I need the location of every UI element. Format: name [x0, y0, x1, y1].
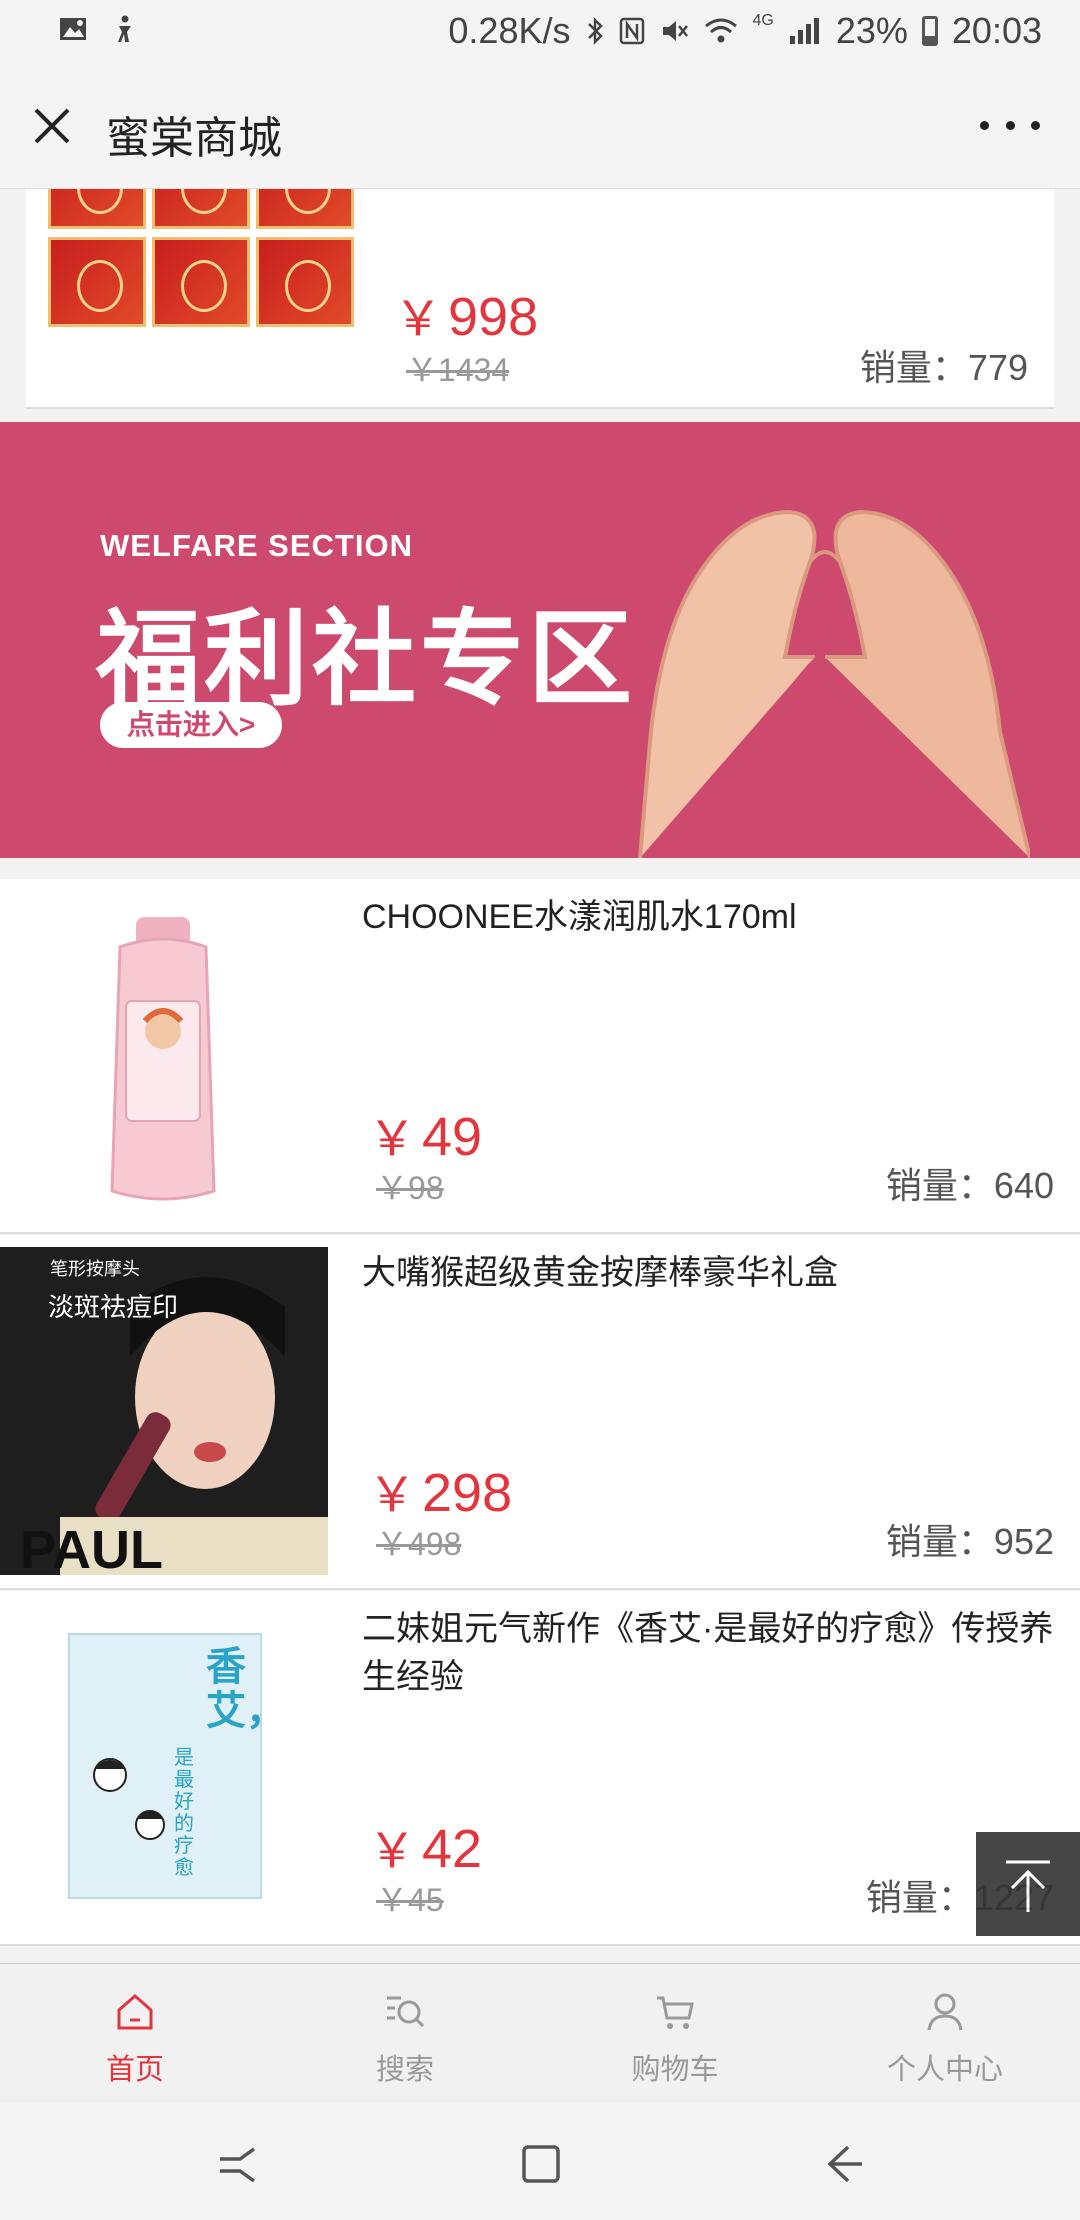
product-feed[interactable]: ￥ 998 ￥1434 销量：779 WELFARE SECTION 福利社专区 … — [0, 189, 1080, 1963]
accessibility-icon — [118, 15, 131, 42]
nav-label: 搜索 — [375, 2054, 434, 2086]
dot-icon — [980, 120, 989, 130]
more-menu-button[interactable] — [980, 110, 1040, 140]
dot-icon — [1031, 120, 1040, 130]
product-name[interactable]: 二妹姐元气新作《香艾·是最好的疗愈》传授养生经验 — [362, 1605, 1062, 1701]
wifi-icon — [704, 18, 737, 43]
home-icon — [117, 1994, 153, 2030]
nav-label: 购物车 — [631, 2054, 719, 2086]
price: ￥ 42 — [368, 1819, 483, 1879]
welfare-banner[interactable]: WELFARE SECTION 福利社专区 点击进入> — [0, 422, 1080, 858]
nav-profile[interactable]: 个人中心 — [810, 1964, 1080, 2104]
search-icon — [387, 1996, 425, 2028]
original-price: ￥1434 — [406, 352, 510, 388]
book-cover: 香艾， 是最好的疗愈 — [68, 1633, 286, 1899]
product-card[interactable]: ￥ 998 ￥1434 销量：779 — [26, 189, 1054, 409]
back-to-top-button[interactable] — [976, 1832, 1080, 1936]
nav-label: 首页 — [105, 2054, 164, 2086]
status-bar: 0.28K/s 4G 23% 20:03 — [0, 0, 1080, 66]
nav-search[interactable]: 搜索 — [270, 1964, 540, 2104]
heart-hands-image — [638, 509, 1030, 858]
image-caption: 淡斑祛痘印 — [48, 1292, 179, 1322]
clock: 20:03 — [951, 10, 1042, 51]
home-button-icon[interactable] — [516, 2139, 566, 2189]
nav-cart[interactable]: 购物车 — [540, 1964, 810, 2104]
network-type: 4G — [752, 12, 774, 29]
enter-button[interactable]: 点击进入> — [100, 702, 282, 748]
price: ￥ 49 — [368, 1107, 483, 1167]
bluetooth-icon — [587, 16, 603, 46]
product-card[interactable]: 香艾， 是最好的疗愈 二妹姐元气新作《香艾·是最好的疗愈》传授养生经验 ￥ 42 … — [0, 1591, 1080, 1946]
nav-label: 个人中心 — [886, 2054, 1003, 2086]
cartoon-illustration — [93, 1758, 165, 1840]
signal-icon — [789, 18, 819, 44]
product-name[interactable]: CHOONEE水漾润肌水170ml — [362, 893, 1062, 941]
price: ￥ 298 — [368, 1463, 513, 1523]
network-speed: 0.28K/s — [448, 10, 571, 51]
product-card[interactable]: 笔形按摩头 淡斑祛痘印 PAUL FRANK 大嘴猴超级黄金按摩棒豪华礼盒 ￥2… — [0, 1235, 1080, 1590]
bottom-nav: 首页 搜索 购物车 个人中心 — [0, 1963, 1080, 2104]
close-icon[interactable] — [26, 100, 78, 152]
dot-icon — [1005, 120, 1015, 130]
title-bar: 蜜棠商城 — [0, 66, 1080, 189]
product-image[interactable] — [0, 891, 328, 1219]
page-title: 蜜棠商城 — [106, 114, 282, 163]
back-icon[interactable] — [818, 2139, 868, 2189]
banner-subtitle: WELFARE SECTION — [100, 528, 413, 563]
sales-count: 销量：952 — [885, 1521, 1054, 1562]
sales-count: 销量：779 — [859, 347, 1028, 388]
product-image[interactable]: 香艾， 是最好的疗愈 — [0, 1603, 328, 1931]
cart-icon — [657, 1996, 694, 2029]
arrow-up-icon — [1006, 1860, 1050, 1912]
mute-icon — [662, 21, 688, 41]
system-nav-bar — [0, 2103, 1080, 2220]
user-icon — [927, 1993, 963, 2031]
original-price: ￥98 — [376, 1170, 444, 1206]
product-image[interactable] — [48, 189, 358, 329]
gallery-icon — [60, 18, 86, 40]
nfc-icon — [619, 17, 644, 45]
book-title: 香艾， — [206, 1645, 286, 1733]
nav-home[interactable]: 首页 — [0, 1964, 270, 2104]
image-caption: 笔形按摩头 — [50, 1259, 140, 1279]
recent-apps-icon[interactable] — [212, 2139, 262, 2189]
price: ￥ 998 — [394, 287, 539, 347]
product-card[interactable]: CHOONEE水漾润肌水170ml ￥ 49 ￥98 销量：640 — [0, 879, 1080, 1234]
original-price: ￥498 — [376, 1526, 462, 1562]
product-name[interactable]: 大嘴猴超级黄金按摩棒豪华礼盒 — [362, 1249, 1062, 1297]
battery-icon — [921, 16, 938, 46]
brand-text: PAUL FRANK — [20, 1520, 163, 1575]
original-price: ￥45 — [376, 1882, 444, 1918]
sales-count: 销量：640 — [885, 1165, 1054, 1206]
battery-percent: 23% — [835, 10, 908, 51]
product-image[interactable]: 笔形按摩头 淡斑祛痘印 PAUL FRANK — [0, 1247, 328, 1575]
